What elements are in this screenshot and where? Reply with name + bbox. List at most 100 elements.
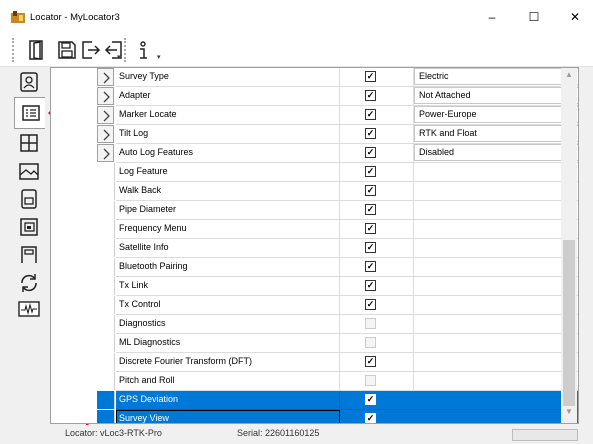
enabled-checkbox[interactable]: ✓ bbox=[365, 166, 376, 177]
row-value-cell: Power-Europe˅ bbox=[413, 106, 578, 125]
row-value-cell bbox=[413, 277, 578, 296]
status-bar: Locator: vLoc3-RTK-Pro Serial: 226011601… bbox=[0, 425, 593, 444]
enabled-checkbox[interactable]: ✓ bbox=[365, 128, 376, 139]
waveform-icon[interactable] bbox=[16, 296, 42, 322]
row-checkbox-cell: ✓ bbox=[340, 125, 414, 144]
maximize-button[interactable]: ☐ bbox=[516, 0, 552, 34]
expand-chevron-icon[interactable] bbox=[97, 68, 114, 86]
enabled-checkbox[interactable]: ✓ bbox=[365, 204, 376, 215]
row-value-cell bbox=[413, 182, 578, 201]
toolbar-grip[interactable] bbox=[12, 38, 17, 62]
row-value-cell bbox=[413, 163, 578, 182]
value-dropdown[interactable]: Power-Europe˅ bbox=[414, 106, 578, 123]
table-row[interactable]: Discrete Fourier Transform (DFT) ✓ bbox=[97, 353, 578, 372]
row-gutter bbox=[97, 239, 115, 257]
value-dropdown[interactable]: Electric˅ bbox=[414, 68, 578, 85]
row-gutter bbox=[97, 277, 115, 295]
export-icon[interactable] bbox=[80, 38, 102, 62]
row-checkbox-cell: ✓ bbox=[340, 258, 414, 277]
enabled-checkbox[interactable]: ✓ bbox=[365, 90, 376, 101]
device-icon[interactable] bbox=[16, 186, 42, 212]
expand-chevron-icon[interactable] bbox=[97, 125, 114, 143]
vertical-scrollbar[interactable]: ▲ ▼ bbox=[561, 68, 577, 423]
enabled-checkbox bbox=[365, 318, 376, 329]
row-gutter bbox=[97, 182, 115, 200]
row-gutter bbox=[97, 163, 115, 181]
row-label: Tilt Log bbox=[116, 125, 340, 144]
table-row[interactable]: Frequency Menu ✓ bbox=[97, 220, 578, 239]
list-grid-icon bbox=[22, 105, 40, 121]
row-gutter bbox=[97, 410, 115, 423]
table-row[interactable]: Bluetooth Pairing ✓ bbox=[97, 258, 578, 277]
scroll-up-icon[interactable]: ▲ bbox=[561, 70, 577, 84]
row-value-cell bbox=[413, 201, 578, 220]
row-label: Tx Link bbox=[116, 277, 340, 296]
table-row[interactable]: ML Diagnostics bbox=[97, 334, 578, 353]
table-row[interactable]: Satellite Info ✓ bbox=[97, 239, 578, 258]
row-gutter bbox=[97, 372, 115, 390]
save-icon[interactable] bbox=[56, 38, 78, 62]
expand-chevron-icon[interactable] bbox=[97, 87, 114, 105]
scroll-down-icon[interactable]: ▼ bbox=[561, 407, 577, 421]
table-row[interactable]: Pipe Diameter ✓ bbox=[97, 201, 578, 220]
card-icon[interactable] bbox=[16, 242, 42, 268]
table-row[interactable]: Tx Control ✓ bbox=[97, 296, 578, 315]
enabled-checkbox[interactable]: ✓ bbox=[365, 109, 376, 120]
table-row[interactable]: Marker Locate ✓ Power-Europe˅ bbox=[97, 106, 578, 125]
table-row[interactable]: Tx Link ✓ bbox=[97, 277, 578, 296]
row-gutter bbox=[97, 220, 115, 238]
expand-chevron-icon[interactable] bbox=[97, 144, 114, 162]
grid-icon[interactable] bbox=[16, 130, 42, 156]
table-row[interactable]: Walk Back ✓ bbox=[97, 182, 578, 201]
table-row[interactable]: GPS Deviation ✓ bbox=[97, 391, 578, 410]
enabled-checkbox[interactable]: ✓ bbox=[365, 242, 376, 253]
table-row[interactable]: Adapter ✓ Not Attached˅ bbox=[97, 87, 578, 106]
row-checkbox-cell: ✓ bbox=[340, 182, 414, 201]
refresh-icon[interactable] bbox=[16, 270, 42, 296]
enabled-checkbox[interactable]: ✓ bbox=[365, 299, 376, 310]
enabled-checkbox[interactable]: ✓ bbox=[365, 356, 376, 367]
row-label: Log Feature bbox=[116, 163, 340, 182]
table-row[interactable]: Pitch and Roll bbox=[97, 372, 578, 391]
enabled-checkbox[interactable]: ✓ bbox=[365, 280, 376, 291]
table-row[interactable]: Auto Log Features ✓ Disabled˅ bbox=[97, 144, 578, 163]
chevron-down-icon[interactable]: ▾ bbox=[117, 53, 121, 61]
table-row[interactable]: Log Feature ✓ bbox=[97, 163, 578, 182]
info-icon[interactable] bbox=[132, 38, 154, 62]
expand-chevron-icon[interactable] bbox=[97, 106, 114, 124]
row-checkbox-cell: ✓ bbox=[340, 391, 414, 410]
enabled-checkbox[interactable]: ✓ bbox=[365, 413, 376, 423]
dropdown-value: Electric bbox=[419, 71, 449, 81]
chevron-down-icon[interactable]: ▾ bbox=[157, 53, 161, 61]
row-checkbox-cell: ✓ bbox=[340, 353, 414, 372]
row-label: Marker Locate bbox=[116, 106, 340, 125]
row-checkbox-cell bbox=[340, 334, 414, 353]
enabled-checkbox[interactable]: ✓ bbox=[365, 185, 376, 196]
door-open-icon[interactable] bbox=[26, 38, 48, 62]
map-image-icon[interactable] bbox=[16, 158, 42, 184]
row-checkbox-cell: ✓ bbox=[340, 277, 414, 296]
enabled-checkbox[interactable]: ✓ bbox=[365, 223, 376, 234]
enabled-checkbox[interactable]: ✓ bbox=[365, 394, 376, 405]
enabled-checkbox[interactable]: ✓ bbox=[365, 147, 376, 158]
value-dropdown[interactable]: RTK and Float˅ bbox=[414, 125, 578, 142]
table-row[interactable]: Survey Type ✓ Electric˅ bbox=[97, 68, 578, 87]
row-gutter bbox=[97, 258, 115, 276]
person-badge-icon[interactable] bbox=[16, 69, 42, 95]
scroll-thumb[interactable] bbox=[563, 240, 575, 406]
minimize-button[interactable]: – bbox=[474, 0, 510, 34]
row-label: Survey Type bbox=[116, 68, 340, 87]
sidebar-tab-list[interactable] bbox=[14, 97, 45, 129]
close-button[interactable]: ✕ bbox=[557, 0, 593, 34]
table-row[interactable]: Survey View ✓ bbox=[97, 410, 578, 423]
row-checkbox-cell: ✓ bbox=[340, 410, 414, 423]
enabled-checkbox[interactable]: ✓ bbox=[365, 261, 376, 272]
table-row[interactable]: Tilt Log ✓ RTK and Float˅ bbox=[97, 125, 578, 144]
serial-status: Serial: 22601160125 bbox=[237, 428, 320, 438]
value-dropdown[interactable]: Disabled˅ bbox=[414, 144, 578, 161]
enabled-checkbox[interactable]: ✓ bbox=[365, 71, 376, 82]
value-dropdown[interactable]: Not Attached˅ bbox=[414, 87, 578, 104]
layers-icon[interactable] bbox=[16, 214, 42, 240]
table-row[interactable]: Diagnostics bbox=[97, 315, 578, 334]
row-checkbox-cell: ✓ bbox=[340, 239, 414, 258]
